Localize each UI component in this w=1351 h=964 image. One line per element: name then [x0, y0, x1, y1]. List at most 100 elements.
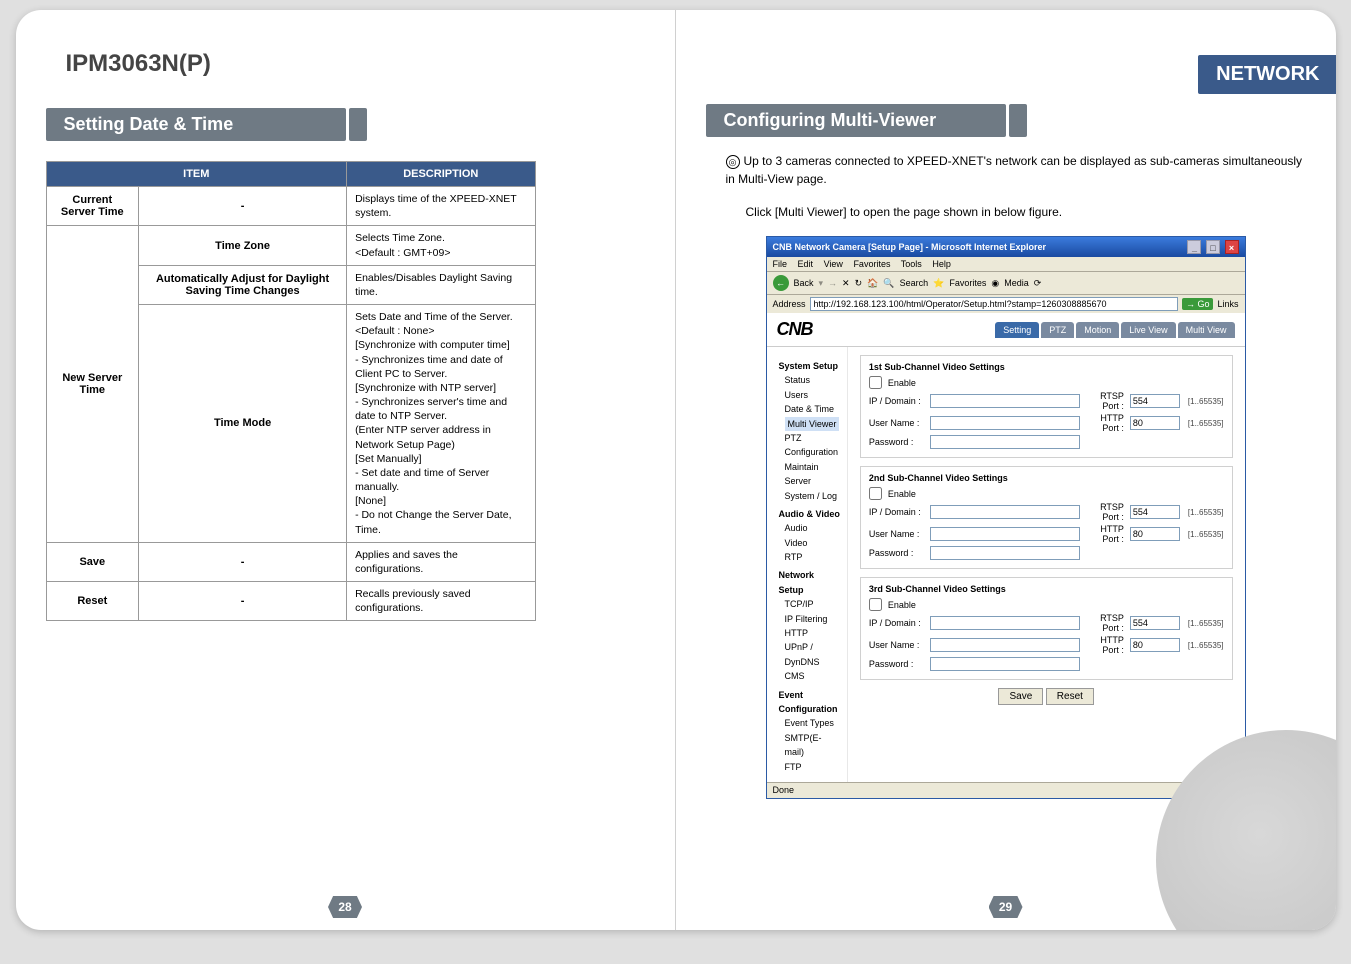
- menu-help[interactable]: Help: [932, 259, 951, 269]
- product-title: IPM3063N(P): [66, 50, 645, 78]
- go-button[interactable]: → Go: [1182, 298, 1214, 310]
- nav-smtp[interactable]: SMTP(E-mail): [785, 731, 841, 760]
- ch1-http-input[interactable]: [1130, 416, 1180, 430]
- row-timemode-desc: Sets Date and Time of the Server. <Defau…: [347, 305, 535, 543]
- row-save-sub: -: [139, 542, 347, 581]
- intro-text-2: Click [Multi Viewer] to open the page sh…: [746, 203, 1306, 221]
- ch2-pass-input[interactable]: [930, 546, 1080, 560]
- menu-tools[interactable]: Tools: [901, 259, 922, 269]
- channel-2: 2nd Sub-Channel Video Settings Enable IP…: [860, 466, 1233, 569]
- ch3-http-input[interactable]: [1130, 638, 1180, 652]
- nav-cms[interactable]: CMS: [785, 669, 841, 683]
- nav-ipfilter[interactable]: IP Filtering: [785, 612, 841, 626]
- ch2-rtsp-input[interactable]: [1130, 505, 1180, 519]
- close-icon[interactable]: ×: [1225, 240, 1239, 254]
- nav-datetime[interactable]: Date & Time: [785, 402, 841, 416]
- nav-upnp[interactable]: UPnP / DynDNS: [785, 640, 841, 669]
- row-cst-desc: Displays time of the XPEED-XNET system.: [347, 187, 535, 226]
- row-timezone-desc: Selects Time Zone. <Default : GMT+09>: [347, 226, 535, 265]
- channel-1-title: 1st Sub-Channel Video Settings: [869, 362, 1224, 372]
- ch1-pass-input[interactable]: [930, 435, 1080, 449]
- tab-liveview[interactable]: Live View: [1121, 322, 1175, 338]
- row-dst-desc: Enables/Disables Daylight Saving time.: [347, 265, 535, 304]
- ch1-ip-input[interactable]: [930, 394, 1080, 408]
- page-number-left: 28: [328, 896, 362, 918]
- nav-group-av: Audio & Video: [779, 507, 841, 521]
- stop-icon[interactable]: ✕: [842, 278, 850, 289]
- nav-group-network: Network Setup: [779, 568, 841, 597]
- nav-group-system: System Setup: [779, 359, 841, 373]
- intro-text: ◎Up to 3 cameras connected to XPEED-XNET…: [726, 152, 1306, 188]
- nav-audio[interactable]: Audio: [785, 521, 841, 535]
- row-reset-desc: Recalls previously saved configurations.: [347, 582, 535, 621]
- tab-ptz[interactable]: PTZ: [1041, 322, 1074, 338]
- ch2-ip-input[interactable]: [930, 505, 1080, 519]
- ch3-ip-input[interactable]: [930, 616, 1080, 630]
- nav-syslog[interactable]: System / Log: [785, 489, 841, 503]
- screenshot-ie-window: CNB Network Camera [Setup Page] - Micros…: [766, 236, 1246, 799]
- row-reset-sub: -: [139, 582, 347, 621]
- nav-multiviewer[interactable]: Multi Viewer: [785, 417, 840, 431]
- ch1-user-input[interactable]: [930, 416, 1080, 430]
- home-icon[interactable]: 🏠: [867, 278, 878, 289]
- ch1-rtsp-input[interactable]: [1130, 394, 1180, 408]
- row-cst-sub: -: [139, 187, 347, 226]
- row-current-server-time: Current Server Time: [46, 187, 139, 226]
- cnb-logo: CNB: [777, 319, 813, 340]
- reset-button[interactable]: Reset: [1046, 688, 1094, 705]
- ch3-user-input[interactable]: [930, 638, 1080, 652]
- ch3-enable-checkbox[interactable]: [869, 598, 882, 611]
- maximize-icon[interactable]: □: [1206, 240, 1220, 254]
- nav-http[interactable]: HTTP: [785, 626, 841, 640]
- row-timezone: Time Zone: [139, 226, 347, 265]
- tab-motion[interactable]: Motion: [1076, 322, 1119, 338]
- ch2-enable-checkbox[interactable]: [869, 487, 882, 500]
- row-new-server-time: New Server Time: [46, 226, 139, 542]
- section-heading-right: Configuring Multi-Viewer: [706, 104, 1006, 137]
- media-icon[interactable]: ◉: [991, 278, 999, 289]
- ch1-enable-checkbox[interactable]: [869, 376, 882, 389]
- window-title: CNB Network Camera [Setup Page] - Micros…: [773, 242, 1047, 252]
- nav-users[interactable]: Users: [785, 388, 841, 402]
- menu-view[interactable]: View: [824, 259, 843, 269]
- nav-group-event: Event Configuration: [779, 688, 841, 717]
- channel-2-title: 2nd Sub-Channel Video Settings: [869, 473, 1224, 483]
- tab-setting[interactable]: Setting: [995, 322, 1039, 338]
- menu-file[interactable]: File: [773, 259, 788, 269]
- nav-eventtypes[interactable]: Event Types: [785, 716, 841, 730]
- menu-favorites[interactable]: Favorites: [853, 259, 890, 269]
- section-heading-left: Setting Date & Time: [46, 108, 346, 141]
- favorites-icon[interactable]: ⭐: [933, 278, 944, 289]
- back-label[interactable]: Back: [794, 278, 814, 288]
- address-label: Address: [773, 299, 806, 309]
- links-label[interactable]: Links: [1217, 299, 1238, 309]
- nav-ptzconfig[interactable]: PTZ Configuration: [785, 431, 841, 460]
- address-input[interactable]: [810, 297, 1178, 311]
- nav-status[interactable]: Status: [785, 373, 841, 387]
- side-nav: System Setup Status Users Date & Time Mu…: [767, 347, 848, 782]
- nav-maintain[interactable]: Maintain Server: [785, 460, 841, 489]
- network-badge: NETWORK: [1198, 55, 1335, 94]
- menu-edit[interactable]: Edit: [798, 259, 814, 269]
- ch3-pass-input[interactable]: [930, 657, 1080, 671]
- nav-rtp[interactable]: RTP: [785, 550, 841, 564]
- ch2-user-input[interactable]: [930, 527, 1080, 541]
- row-save: Save: [46, 542, 139, 581]
- row-reset: Reset: [46, 582, 139, 621]
- channel-1: 1st Sub-Channel Video Settings Enable IP…: [860, 355, 1233, 458]
- ch2-http-input[interactable]: [1130, 527, 1180, 541]
- nav-tcpip[interactable]: TCP/IP: [785, 597, 841, 611]
- nav-ftp[interactable]: FTP: [785, 760, 841, 774]
- ch3-rtsp-input[interactable]: [1130, 616, 1180, 630]
- history-icon[interactable]: ⟳: [1034, 278, 1042, 289]
- search-icon[interactable]: 🔍: [883, 278, 894, 289]
- back-icon[interactable]: ←: [773, 275, 789, 291]
- minimize-icon[interactable]: _: [1187, 240, 1201, 254]
- nav-video[interactable]: Video: [785, 536, 841, 550]
- row-dst: Automatically Adjust for Daylight Saving…: [139, 265, 347, 304]
- save-button[interactable]: Save: [998, 688, 1043, 705]
- ie-menu-bar: File Edit View Favorites Tools Help: [767, 257, 1245, 271]
- tab-multiview[interactable]: Multi View: [1178, 322, 1235, 338]
- row-timemode: Time Mode: [139, 305, 347, 543]
- refresh-icon[interactable]: ↻: [855, 278, 863, 289]
